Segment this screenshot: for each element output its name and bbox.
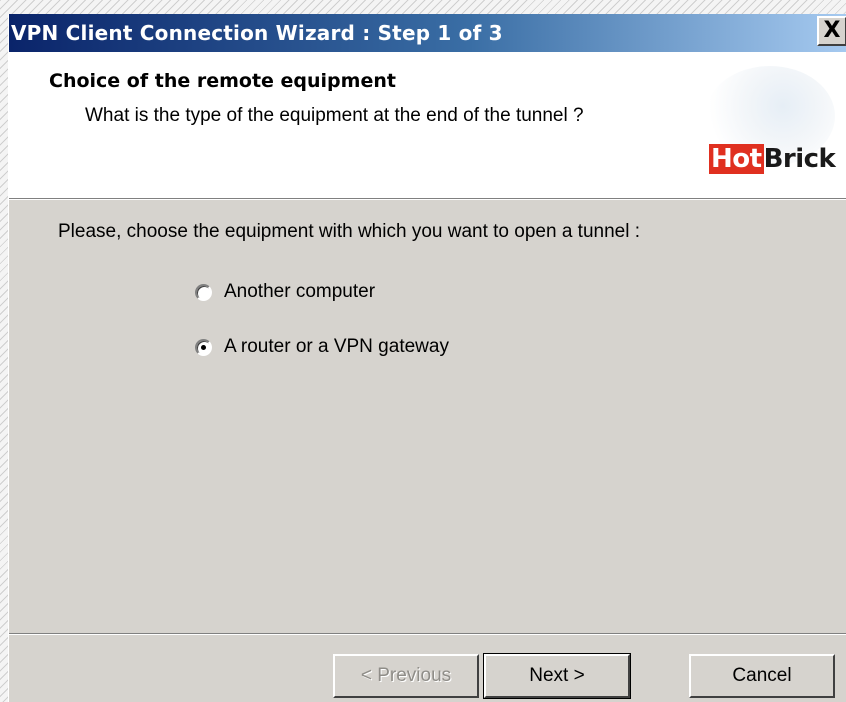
close-icon: X (823, 18, 841, 43)
step-subtitle: What is the type of the equipment at the… (85, 105, 584, 126)
hotbrick-logo: HotBrick (695, 56, 845, 196)
choice-prompt: Please, choose the equipment with which … (58, 221, 640, 242)
option-label[interactable]: A router or a VPN gateway (224, 336, 449, 358)
wizard-window: VPN Client Connection Wizard : Step 1 of… (8, 14, 846, 702)
cancel-button[interactable]: Cancel (689, 654, 835, 698)
option-label[interactable]: Another computer (224, 281, 375, 303)
option-router-vpn-gateway[interactable]: A router or a VPN gateway (195, 334, 449, 360)
background-cut-text (0, 0, 846, 5)
radio-router-vpn-gateway[interactable] (195, 338, 212, 356)
header-divider-highlight (9, 199, 846, 200)
close-button[interactable]: X (817, 16, 846, 46)
next-button[interactable]: Next > (483, 653, 631, 699)
option-another-computer[interactable]: Another computer (195, 279, 375, 305)
logo-text-hot: Hot (709, 144, 764, 174)
title-bar[interactable]: VPN Client Connection Wizard : Step 1 of… (9, 14, 846, 52)
window-title: VPN Client Connection Wizard : Step 1 of… (11, 21, 503, 45)
step-title: Choice of the remote equipment (49, 70, 396, 92)
footer-divider-highlight (9, 634, 846, 635)
logo-text-brick: Brick (763, 144, 836, 174)
radio-another-computer[interactable] (195, 283, 212, 301)
previous-button[interactable]: < Previous (333, 654, 479, 698)
logo-text: HotBrick (709, 144, 836, 174)
